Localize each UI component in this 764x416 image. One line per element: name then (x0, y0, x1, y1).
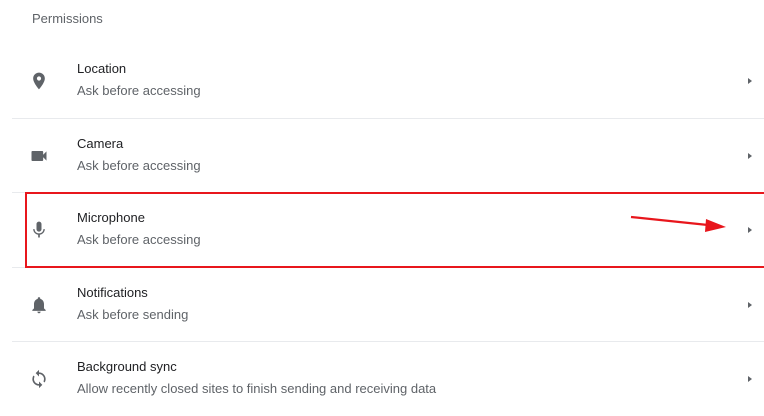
permission-title: Location (77, 61, 127, 76)
chevron-right-icon (748, 302, 752, 308)
microphone-icon (28, 219, 50, 241)
camera-icon (28, 145, 50, 167)
permission-title: Background sync (77, 359, 177, 374)
permission-subtitle: Ask before accessing (77, 83, 201, 98)
permission-row-notifications[interactable]: Notifications Ask before sending (0, 268, 764, 342)
permission-row-microphone[interactable]: Microphone Ask before accessing (0, 193, 764, 267)
chevron-right-icon (748, 153, 752, 159)
chevron-right-icon (748, 227, 752, 233)
location-pin-icon (28, 70, 50, 92)
permission-subtitle: Allow recently closed sites to finish se… (77, 381, 437, 396)
permission-subtitle: Ask before sending (77, 307, 189, 322)
chevron-right-icon (748, 376, 752, 382)
permission-title: Camera (77, 136, 124, 151)
permission-row-camera[interactable]: Camera Ask before accessing (0, 119, 764, 193)
section-title-permissions: Permissions (32, 11, 103, 26)
permission-title: Microphone (77, 210, 145, 225)
permission-subtitle: Ask before accessing (77, 158, 201, 173)
sync-icon (28, 368, 50, 390)
permission-row-background-sync[interactable]: Background sync Allow recently closed si… (0, 342, 764, 416)
chevron-right-icon (748, 78, 752, 84)
bell-icon (28, 294, 50, 316)
permission-title: Notifications (77, 285, 148, 300)
permission-row-location[interactable]: Location Ask before accessing (0, 44, 764, 118)
permission-subtitle: Ask before accessing (77, 232, 201, 247)
